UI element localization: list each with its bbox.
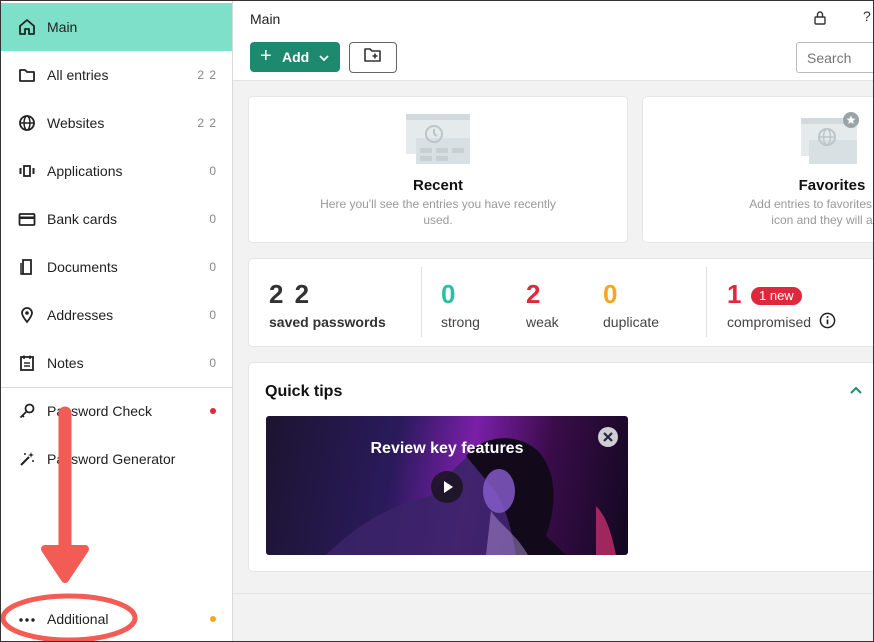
sidebar: Main All entries 2 2 Websites 2 2 Applic… xyxy=(1,1,233,641)
notes-icon xyxy=(18,354,36,372)
card-icon xyxy=(18,210,36,228)
entry-count: 2 2 xyxy=(197,68,217,82)
applications-icon xyxy=(18,162,36,180)
plus-icon: + xyxy=(260,45,272,67)
weak-label: weak xyxy=(526,314,559,330)
globe-icon xyxy=(18,114,36,132)
sidebar-item-applications[interactable]: Applications 0 xyxy=(1,147,232,195)
close-icon[interactable] xyxy=(597,426,619,453)
alert-dot xyxy=(210,408,216,414)
video-thumbnail[interactable]: Review key features xyxy=(266,416,628,555)
sidebar-item-label: Applications xyxy=(47,163,123,179)
document-icon xyxy=(18,258,36,276)
play-icon[interactable] xyxy=(431,471,463,508)
sidebar-item-label: Websites xyxy=(47,115,105,131)
sidebar-item-label: Notes xyxy=(47,355,84,371)
main-header: Main ? + Add xyxy=(233,1,873,81)
alert-dot xyxy=(210,616,216,622)
favorites-title: Favorites xyxy=(798,177,866,194)
add-button[interactable]: + Add xyxy=(250,42,340,72)
entry-count: 0 xyxy=(209,308,217,322)
new-folder-button[interactable] xyxy=(349,42,397,73)
help-icon[interactable]: ? xyxy=(863,8,871,24)
add-folder-icon xyxy=(363,46,383,69)
favorites-description-line1: Add entries to favorites by click xyxy=(749,197,873,211)
saved-passwords-count: 2 2 xyxy=(269,279,312,309)
entry-count: 0 xyxy=(209,212,217,226)
favorites-card: Favorites Add entries to favorites by cl… xyxy=(643,97,873,242)
saved-passwords-label: saved passwords xyxy=(269,314,386,330)
duplicate-count: 0 xyxy=(603,279,620,309)
favorites-description-line2: icon and they will appe xyxy=(771,213,873,227)
sidebar-item-label: All entries xyxy=(47,67,109,83)
sidebar-item-label: Addresses xyxy=(47,307,114,323)
strong-label: strong xyxy=(441,314,480,330)
home-icon xyxy=(18,18,36,36)
info-icon[interactable] xyxy=(819,312,836,334)
folder-icon xyxy=(18,66,36,84)
stats-divider xyxy=(706,267,707,337)
entry-count: 0 xyxy=(209,164,217,178)
sidebar-item-all-entries[interactable]: All entries 2 2 xyxy=(1,51,232,99)
magic-wand-icon xyxy=(18,450,36,468)
stats-divider xyxy=(421,267,422,337)
sidebar-item-websites[interactable]: Websites 2 2 xyxy=(1,99,232,147)
location-pin-icon xyxy=(18,306,36,324)
sidebar-item-label: Documents xyxy=(47,259,118,275)
recent-card: Recent Here you'll see the entries you h… xyxy=(249,97,627,242)
chevron-up-icon[interactable] xyxy=(849,383,863,402)
lock-icon[interactable] xyxy=(813,10,827,26)
recent-description-line1: Here you'll see the entries you have rec… xyxy=(320,197,556,211)
sidebar-item-notes[interactable]: Notes 0 xyxy=(1,339,232,387)
search-input[interactable] xyxy=(796,42,873,73)
add-button-label: Add xyxy=(282,49,310,65)
sidebar-item-addresses[interactable]: Addresses 0 xyxy=(1,291,232,339)
weak-count: 2 xyxy=(526,279,543,309)
recent-illustration-icon xyxy=(406,112,470,171)
bottom-bar xyxy=(233,593,873,641)
entry-count: 0 xyxy=(209,356,217,370)
new-badge: 1 new xyxy=(751,287,802,305)
more-dots-icon xyxy=(18,610,36,628)
key-icon xyxy=(18,402,36,420)
sidebar-item-label: Main xyxy=(47,19,78,35)
sidebar-item-label: Password Generator xyxy=(47,451,176,467)
chevron-down-icon xyxy=(318,51,330,63)
sidebar-item-label: Additional xyxy=(47,611,109,627)
duplicate-label: duplicate xyxy=(603,314,660,330)
password-stats-card[interactable]: 2 2 saved passwords 0 strong 2 weak 0 du… xyxy=(249,259,873,346)
favorites-illustration-icon xyxy=(801,112,865,171)
video-title: Review key features xyxy=(370,440,524,457)
sidebar-item-bank-cards[interactable]: Bank cards 0 xyxy=(1,195,232,243)
sidebar-item-additional[interactable]: Additional xyxy=(1,595,232,641)
compromised-label: compromised xyxy=(727,314,812,330)
app-window: Main All entries 2 2 Websites 2 2 Applic… xyxy=(0,0,874,642)
quick-tips-card: Quick tips Review key features xyxy=(249,363,873,571)
strong-count: 0 xyxy=(441,279,458,309)
sidebar-item-label: Password Check xyxy=(47,403,153,419)
recent-description-line2: used. xyxy=(423,213,453,227)
recent-title: Recent xyxy=(412,177,464,194)
sidebar-item-label: Bank cards xyxy=(47,211,118,227)
entry-count: 0 xyxy=(209,260,217,274)
sidebar-item-password-check[interactable]: Password Check xyxy=(1,387,232,435)
sidebar-item-documents[interactable]: Documents 0 xyxy=(1,243,232,291)
page-title: Main xyxy=(250,11,281,27)
sidebar-item-main[interactable]: Main xyxy=(1,3,232,51)
sidebar-item-password-generator[interactable]: Password Generator xyxy=(1,435,232,483)
compromised-count: 1 xyxy=(727,279,744,309)
quick-tips-title: Quick tips xyxy=(265,383,343,400)
entry-count: 2 2 xyxy=(197,116,217,130)
